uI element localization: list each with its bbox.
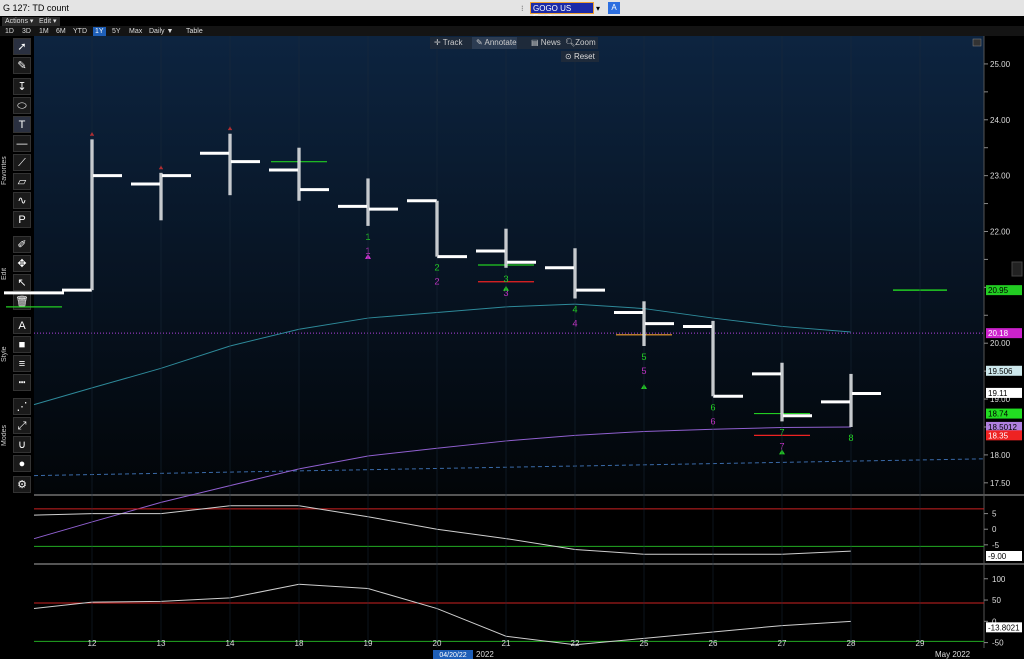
price-label-text: 18.74 xyxy=(988,410,1009,419)
x-tick-label: 28 xyxy=(847,639,856,648)
price-label-text: 20.18 xyxy=(988,329,1009,338)
x-tick-label: 12 xyxy=(88,639,97,648)
price-label-text: 18.35 xyxy=(988,431,1009,440)
highlight-date: 04/20/22 xyxy=(439,652,466,659)
reset-button[interactable]: ⊙ Reset xyxy=(561,51,599,62)
y-tick-label: 0 xyxy=(992,525,997,534)
track-button[interactable]: ✛ Track xyxy=(430,37,462,49)
price-label-text: 20.95 xyxy=(988,286,1009,295)
y-tick-label: 50 xyxy=(992,596,1001,605)
x-tick-label: 25 xyxy=(640,639,649,648)
y-tick-label: 17.50 xyxy=(990,479,1011,488)
price-label: 19.506 xyxy=(986,365,1022,376)
reset-label: Reset xyxy=(573,52,595,61)
x-tick-label: 14 xyxy=(226,639,235,648)
y-tick-label: -5 xyxy=(992,541,1000,550)
x-axis-month: May 2022 xyxy=(935,650,971,659)
oscillator-1-background xyxy=(34,496,984,562)
y-tick-label: 25.00 xyxy=(990,60,1011,69)
y-tick-label: 22.00 xyxy=(990,227,1011,236)
x-tick-label: 26 xyxy=(709,639,718,648)
price-label: 19.11 xyxy=(986,387,1022,398)
x-axis-highlight: 04/20/22 xyxy=(433,650,473,659)
y-tick-label: 20.00 xyxy=(990,339,1011,348)
x-tick-label: 29 xyxy=(916,639,925,648)
zoom-button[interactable]: 🔍︎Zoom xyxy=(561,37,596,49)
price-label-text: 19.11 xyxy=(988,389,1008,398)
price-label: 18.35 xyxy=(986,430,1022,441)
price-chart[interactable]: 1122 3344556677817.5018.0019.0020.0022.00… xyxy=(0,0,1024,659)
x-tick-label: 19 xyxy=(364,639,373,648)
track-label: Track xyxy=(442,38,463,47)
zoom-label: Zoom xyxy=(575,38,596,47)
y-tick-label: 24.00 xyxy=(990,116,1011,125)
price-label: 20.18 xyxy=(986,328,1022,339)
x-axis-bar xyxy=(0,648,1024,659)
last-label-text: -13.8021 xyxy=(988,623,1020,632)
oscillator-last-label: -13.8021 xyxy=(986,622,1022,633)
y-tick-label: -50 xyxy=(992,639,1004,648)
x-tick-label: 22 xyxy=(571,639,580,648)
oscillator-last-label: -9.00 xyxy=(986,551,1022,561)
price-label: 20.95 xyxy=(986,285,1022,296)
annotate-button[interactable]: ✎ Annotate xyxy=(472,37,517,49)
pane-menu-icon[interactable] xyxy=(972,38,982,47)
chart-controls: ✛ Track ✎ Annotate ▤ News 🔍︎Zoom xyxy=(430,37,598,49)
x-tick-label: 21 xyxy=(502,639,511,648)
news-label: News xyxy=(540,38,561,47)
x-tick-label: 18 xyxy=(295,639,304,648)
oscillator-2-background xyxy=(34,566,984,648)
last-label-text: -9.00 xyxy=(988,552,1007,561)
y-tick-label: 23.00 xyxy=(990,172,1011,181)
annotate-label: Annotate xyxy=(484,38,517,47)
x-tick-label: 13 xyxy=(157,639,166,648)
y-tick-label: 5 xyxy=(992,510,997,519)
price-label-text: 19.506 xyxy=(988,367,1013,376)
y-tick-label: 100 xyxy=(992,575,1006,584)
x-axis-year: 2022 xyxy=(476,650,494,659)
x-tick-label: 27 xyxy=(778,639,787,648)
news-button[interactable]: ▤ News xyxy=(527,37,561,49)
scroll-handle[interactable] xyxy=(1011,261,1023,277)
y-tick-label: 18.00 xyxy=(990,451,1011,460)
x-tick-label: 20 xyxy=(433,639,442,648)
price-label: 18.74 xyxy=(986,408,1022,419)
